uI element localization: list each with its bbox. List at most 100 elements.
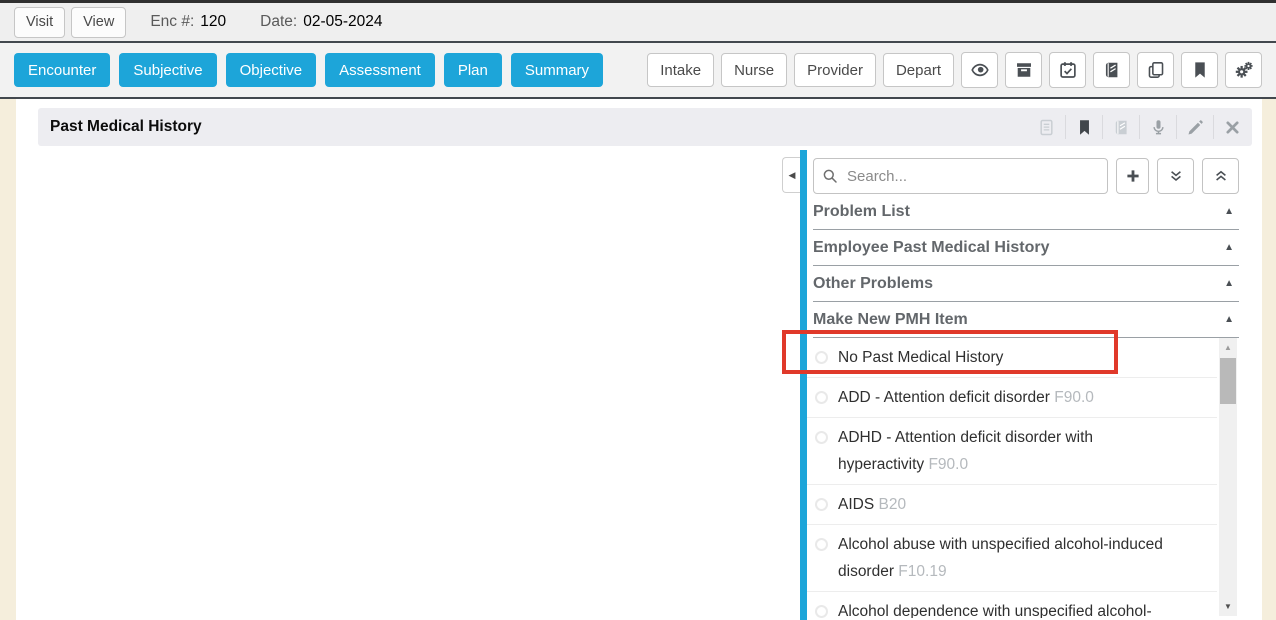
pmh-item-label: AIDS (838, 496, 874, 513)
radio-icon[interactable] (815, 498, 828, 511)
intake-button[interactable]: Intake (647, 53, 714, 87)
calendar-check-button[interactable] (1049, 52, 1086, 88)
section-header-icons (1028, 115, 1250, 139)
page-title: Past Medical History (50, 118, 202, 136)
category-label: Make New PMH Item (813, 311, 968, 329)
journal-button[interactable] (1093, 52, 1130, 88)
eye-icon (971, 61, 989, 79)
pmh-item-alcohol-dependence-with-unspecified-alco[interactable]: Alcohol dependence with unspecified alco… (807, 592, 1217, 618)
encounter-number-label: Enc #: (150, 13, 194, 31)
eye-button[interactable] (961, 52, 998, 88)
pencil-icon (1187, 119, 1204, 136)
radio-icon[interactable] (815, 605, 828, 618)
scrollbar-down-arrow-icon[interactable]: ▼ (1219, 602, 1237, 611)
left-page-margin (0, 99, 16, 620)
chevrons-down-icon (1168, 168, 1184, 184)
category-label: Problem List (813, 203, 910, 221)
close-button[interactable] (1213, 115, 1250, 139)
list-scrollbar[interactable]: ▲ ▼ (1219, 338, 1237, 616)
pencil-button[interactable] (1176, 115, 1213, 139)
main-toolbar: Encounter Subjective ObjectiveAssessment Pl… (0, 43, 1276, 99)
category-make-new-pmh-item[interactable]: Make New PMH Item ▲ (813, 302, 1239, 338)
journal-button[interactable] (1102, 115, 1139, 139)
archive-icon (1015, 61, 1033, 79)
category-label: Employee Past Medical History (813, 239, 1050, 257)
view-button[interactable]: View (71, 7, 126, 38)
panel-collapse-handle[interactable]: ◀ (782, 157, 801, 193)
pmh-picker-panel: Problem List▲Employee Past Medical Histo… (800, 150, 1262, 620)
microphone-icon (1150, 119, 1167, 136)
bookmark-button[interactable] (1181, 52, 1218, 88)
pmh-item-label: ADD - Attention deficit disorder (838, 389, 1050, 406)
nav-tabs: Encounter Subjective ObjectiveAssessment Pl… (14, 53, 612, 87)
copy-icon (1147, 61, 1165, 79)
scrollbar-thumb[interactable] (1220, 358, 1236, 404)
collapse-triangle-icon: ▲ (1224, 314, 1234, 325)
depart-button[interactable]: Depart (883, 53, 954, 87)
scrollbar-up-arrow-icon[interactable]: ▲ (1219, 343, 1237, 352)
collapse-triangle-icon: ▲ (1224, 278, 1234, 289)
pmh-item-text: Alcohol dependence with unspecified alco… (838, 598, 1152, 618)
pmh-item-text: No Past Medical History (838, 344, 1003, 371)
right-page-margin (1262, 99, 1276, 620)
radio-icon[interactable] (815, 351, 828, 364)
pmh-item-alcohol-abuse-with-unspecified-alcohol-i[interactable]: Alcohol abuse with unspecified alcohol-i… (807, 525, 1217, 592)
nurse-button[interactable]: Nurse (721, 53, 787, 87)
radio-icon[interactable] (815, 538, 828, 551)
category-employee-past-medical-history[interactable]: Employee Past Medical History ▲ (813, 230, 1239, 266)
pmh-item-text: AIDS B20 (838, 491, 906, 518)
category-other-problems[interactable]: Other Problems ▲ (813, 266, 1239, 302)
settings-gears-button[interactable] (1225, 52, 1262, 88)
tab-summary[interactable]: Summary (511, 53, 603, 87)
calendar-check-icon (1059, 61, 1077, 79)
tab-subjective[interactable]: Subjective (119, 53, 216, 87)
bookmark-icon (1076, 119, 1093, 136)
radio-icon[interactable] (815, 431, 828, 444)
toolbar-right-group: IntakeNurseProviderDepart (647, 52, 1262, 88)
category-label: Other Problems (813, 275, 933, 293)
pmh-item-aids[interactable]: AIDS B20 (807, 485, 1217, 525)
settings-gears-icon (1235, 61, 1253, 79)
add-item-button[interactable] (1116, 158, 1149, 194)
icd-code: F10.19 (894, 563, 947, 580)
visit-button[interactable]: Visit (14, 7, 65, 38)
pmh-item-text: ADHD - Attention deficit disorder with h… (838, 424, 1181, 478)
pmh-item-adhd-attention-deficit-disorder-with-hyp[interactable]: ADHD - Attention deficit disorder with h… (807, 418, 1217, 485)
left-triangle-icon: ◀ (789, 170, 796, 181)
date-value: 02-05-2024 (303, 13, 382, 31)
archive-button[interactable] (1005, 52, 1042, 88)
tab-assessment[interactable]: Assessment (325, 53, 435, 87)
journal-icon (1113, 119, 1130, 136)
category-problem-list[interactable]: Problem List▲ (813, 194, 1239, 230)
encounter-number-value: 120 (200, 13, 226, 31)
expand-all-button[interactable] (1157, 158, 1194, 194)
document-icon (1038, 119, 1055, 136)
pmh-item-no-past-medical-history[interactable]: No Past Medical History (807, 338, 1217, 378)
pmh-item-add-attention-deficit-disorder[interactable]: ADD - Attention deficit disorder F90.0 (807, 378, 1217, 418)
document-button[interactable] (1028, 115, 1065, 139)
plus-icon (1125, 168, 1141, 184)
pmh-item-label: Alcohol abuse with unspecified alcohol-i… (838, 536, 1163, 580)
radio-icon[interactable] (815, 391, 828, 404)
search-input[interactable] (813, 158, 1108, 194)
bookmark-button[interactable] (1065, 115, 1102, 139)
tab-encounter[interactable]: Encounter (14, 53, 110, 87)
chevrons-up-icon (1213, 168, 1229, 184)
top-window-bar: VisitView Enc #: 120 Date: 02-05-2024 (0, 0, 1276, 43)
provider-button[interactable]: Provider (794, 53, 876, 87)
collapse-all-button[interactable] (1202, 158, 1239, 194)
pmh-item-list: No Past Medical History ADD - Attention d… (807, 338, 1217, 618)
tab-plan[interactable]: Plan (444, 53, 502, 87)
pmh-item-text: Alcohol abuse with unspecified alcohol-i… (838, 531, 1181, 585)
toolbar-icon-buttons (961, 52, 1262, 88)
pmh-item-label: Alcohol dependence with unspecified alco… (838, 603, 1152, 618)
microphone-button[interactable] (1139, 115, 1176, 139)
encounter-info: Enc #: 120 Date: 02-05-2024 (150, 13, 382, 31)
copy-button[interactable] (1137, 52, 1174, 88)
main-content: Past Medical History ◀ Problem List▲Empl… (0, 99, 1276, 620)
stage-buttons: IntakeNurseProviderDepart (647, 53, 954, 87)
window-buttons: VisitView (14, 7, 132, 38)
tab-objective[interactable]: Objective (226, 53, 317, 87)
bookmark-icon (1191, 61, 1209, 79)
collapse-triangle-icon: ▲ (1224, 242, 1234, 253)
